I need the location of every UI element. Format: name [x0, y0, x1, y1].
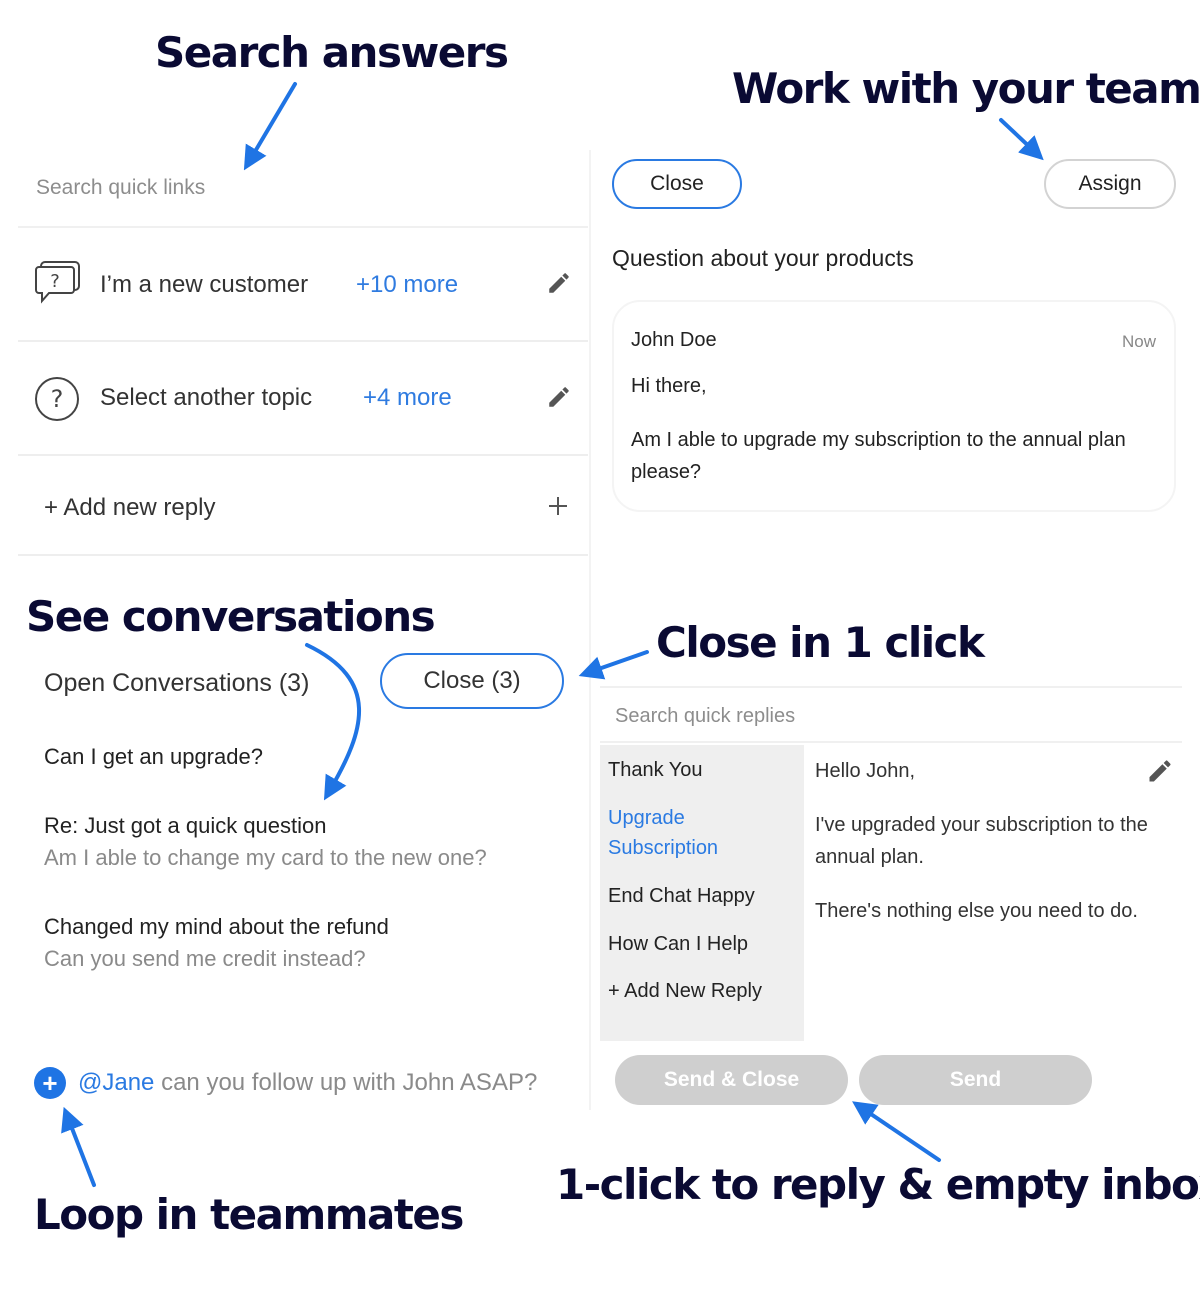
annotation-close-in-1-click: Close in 1 click	[656, 618, 985, 667]
panel-divider	[589, 150, 591, 1110]
quick-replies-search-input[interactable]	[615, 705, 1015, 728]
add-new-quick-reply[interactable]: + Add New Reply	[608, 976, 762, 1006]
conversation-item[interactable]: Re: Just got a quick question Am I able …	[44, 813, 487, 871]
annotation-one-click-reply: 1-click to reply & empty inbox	[556, 1160, 1200, 1209]
chat-question-icon: ?	[34, 260, 82, 309]
conversation-title: Question about your products	[612, 245, 914, 271]
reply-paragraph: I've upgraded your subscription to the a…	[815, 814, 1148, 868]
arrow-close-all	[578, 650, 649, 680]
quick-replies-list: Thank You Upgrade Subscription End Chat …	[600, 745, 804, 1041]
message-paragraph: Hi there,	[631, 375, 707, 397]
quick-link-label: I’m a new customer	[100, 271, 309, 298]
conversation-item[interactable]: Can I get an upgrade?	[44, 744, 263, 770]
internal-note-text: @Jane can you follow up with John ASAP?	[78, 1069, 537, 1097]
conversation-subject: Re: Just got a quick question	[44, 813, 327, 838]
annotation-work-with-team: Work with your team	[732, 64, 1200, 113]
conversation-preview: Can you send me credit instead?	[44, 946, 366, 971]
quick-link-row[interactable]: ? Select another topic +4 more	[18, 342, 588, 456]
arrow-assign	[999, 118, 1044, 161]
quick-link-more[interactable]: +4 more	[363, 384, 452, 412]
internal-note[interactable]: + @Jane can you follow up with John ASAP…	[34, 1067, 537, 1099]
svg-text:?: ?	[50, 271, 60, 292]
send-button[interactable]: Send	[859, 1055, 1092, 1105]
quick-link-more[interactable]: +10 more	[356, 271, 458, 299]
send-and-close-button[interactable]: Send & Close	[615, 1055, 848, 1105]
conversation-preview: Am I able to change my card to the new o…	[44, 845, 487, 870]
message-card: John Doe Now Hi there, Am I able to upgr…	[612, 300, 1176, 512]
arrow-loop-in	[61, 1106, 96, 1187]
quick-link-row[interactable]: ? I’m a new customer +10 more	[18, 230, 588, 342]
message-body: Hi there, Am I able to upgrade my subscr…	[631, 370, 1161, 488]
mention[interactable]: @Jane	[78, 1069, 154, 1096]
quick-reply-item[interactable]: How Can I Help	[608, 929, 748, 959]
add-teammate-icon[interactable]: +	[34, 1067, 66, 1099]
quick-reply-item-active[interactable]: Upgrade Subscription	[608, 803, 758, 863]
conversation-subject: Changed my mind about the refund	[44, 914, 389, 939]
add-new-reply-row[interactable]: + Add new reply	[18, 456, 588, 556]
quick-reply-item[interactable]: Thank You	[608, 755, 703, 785]
pencil-icon[interactable]	[1146, 757, 1174, 790]
conversation-subject: Can I get an upgrade?	[44, 744, 263, 769]
add-new-reply-label: + Add new reply	[44, 494, 216, 521]
pencil-icon[interactable]	[546, 384, 572, 415]
arrow-search	[243, 82, 297, 171]
question-circle-icon: ?	[34, 376, 80, 427]
reply-preview[interactable]: Hello John, I've upgraded your subscript…	[815, 755, 1160, 927]
svg-text:?: ?	[51, 385, 64, 413]
message-time: Now	[1121, 332, 1156, 351]
quick-link-label: Select another topic	[100, 384, 313, 411]
quick-links-search-input[interactable]	[36, 176, 436, 200]
annotation-search-answers: Search answers	[155, 28, 509, 77]
quick-replies-search	[600, 688, 1182, 743]
pencil-icon[interactable]	[546, 270, 572, 301]
close-all-button[interactable]: Close (3)	[380, 653, 564, 709]
quick-reply-item[interactable]: End Chat Happy	[608, 881, 755, 911]
reply-paragraph: There's nothing else you need to do.	[815, 900, 1138, 922]
note-body: can you follow up with John ASAP?	[154, 1069, 538, 1096]
reply-paragraph: Hello John,	[815, 760, 916, 782]
annotation-loop-in-teammates: Loop in teammates	[34, 1190, 464, 1239]
left-panel: ? I’m a new customer +10 more ? Select a…	[18, 150, 590, 1110]
message-paragraph: Am I able to upgrade my subscription to …	[631, 429, 1126, 483]
quick-links-search	[18, 150, 588, 228]
close-conversation-button[interactable]: Close	[612, 159, 742, 209]
assign-button[interactable]: Assign	[1044, 159, 1176, 209]
plus-icon[interactable]	[546, 494, 570, 523]
message-author: John Doe	[631, 329, 717, 351]
open-conversations-title: Open Conversations (3)	[44, 669, 310, 697]
arrow-send-close	[852, 1101, 941, 1162]
conversation-item[interactable]: Changed my mind about the refund Can you…	[44, 914, 389, 972]
